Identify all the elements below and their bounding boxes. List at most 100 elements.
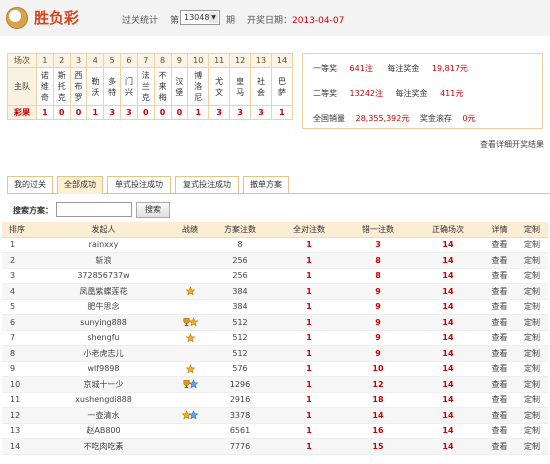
all-correct-cell: 1 (275, 407, 343, 424)
custom-link[interactable]: 定制 (516, 283, 548, 300)
detail-link[interactable]: 查看 (483, 252, 516, 269)
detail-link[interactable]: 查看 (483, 423, 516, 439)
match-result-cell: 0 (52, 105, 71, 120)
bet-count-cell: 7776 (205, 438, 275, 455)
match-number-cell: 2 (52, 53, 71, 68)
initiator-link[interactable]: 小老虎志儿 (32, 345, 175, 362)
team-char: 堡 (175, 87, 184, 97)
match-team-cell: 勒沃 (86, 67, 105, 106)
tab-cancelled[interactable]: 撤单方案 (243, 176, 289, 194)
column-header-custom: 定制 (516, 222, 548, 238)
team-char: 克 (57, 93, 66, 102)
initiator-link[interactable]: 斩浪 (32, 252, 175, 269)
custom-link[interactable]: 定制 (516, 438, 548, 455)
detail-link[interactable]: 查看 (483, 330, 516, 346)
detail-link[interactable]: 查看 (483, 268, 516, 284)
column-header-rank: 排序 (2, 222, 32, 238)
initiator-link[interactable]: rainxxy (32, 237, 175, 253)
match-number-cell: 10 (187, 53, 210, 68)
tab-single-success[interactable]: 单式投注成功 (107, 176, 171, 194)
team-char: 巴 (277, 76, 286, 86)
record-cell (175, 237, 205, 253)
team-char: 西 (74, 71, 83, 80)
initiator-link[interactable]: 一壶清水 (32, 407, 175, 424)
team-char: 特 (108, 87, 117, 97)
initiator-link[interactable]: xushengdi888 (32, 392, 175, 408)
detail-link[interactable]: 查看 (483, 376, 516, 393)
detail-link[interactable]: 查看 (483, 314, 516, 331)
detail-link[interactable]: 查看 (483, 283, 516, 300)
table-row: 5 肥牛思念 384 1 9 14 查看 定制 (2, 299, 548, 315)
team-char: 汉 (175, 76, 184, 86)
bet-count-cell: 256 (205, 268, 275, 284)
tab-all-success[interactable]: 全部成功 (57, 176, 103, 194)
record-cell (175, 252, 205, 269)
team-char: 来 (158, 82, 167, 91)
table-row: 4 凤凰紫蝶莲花 384 1 9 14 查看 定制 (2, 283, 548, 300)
column-header-all-correct: 全对注数 (275, 222, 343, 238)
prize-info-box: 一等奖 641注 每注奖金 19,817元 二等奖 13242注 每注奖金 41… (302, 53, 543, 129)
search-button[interactable]: 搜索 (136, 202, 170, 218)
initiator-link[interactable]: 凤凰紫蝶莲花 (32, 283, 175, 300)
custom-link[interactable]: 定制 (516, 330, 548, 346)
match-result-cell: 0 (153, 105, 172, 120)
custom-link[interactable]: 定制 (516, 237, 548, 253)
custom-link[interactable]: 定制 (516, 345, 548, 362)
custom-link[interactable]: 定制 (516, 252, 548, 269)
match-team-cell: 不来梅 (153, 67, 172, 106)
match-table: 场次 1 2 3 4 5 6 7 8 9 10 11 12 13 14 主队 诺维奇斯托克西布罗勒沃多特门… (7, 53, 294, 120)
team-char: 勒 (91, 76, 100, 86)
table-row: 12 一壶清水 3378 1 14 14 查看 定制 (2, 407, 548, 424)
search-label: 搜索方案： (13, 206, 53, 215)
custom-link[interactable]: 定制 (516, 407, 548, 424)
correct-matches-cell: 14 (413, 376, 483, 393)
detail-link[interactable]: 查看 (483, 438, 516, 455)
detail-link[interactable]: 查看 (483, 407, 516, 424)
initiator-link[interactable]: 372856737w (32, 268, 175, 284)
team-char: 托 (57, 82, 66, 91)
initiator-link[interactable]: 赵AB800 (32, 423, 175, 439)
draw-detail-link[interactable]: 查看详细开奖结果 (480, 139, 544, 150)
team-char: 沃 (91, 87, 100, 97)
initiator-link[interactable]: 京城十一少 (32, 376, 175, 393)
bet-count-cell: 512 (205, 345, 275, 362)
detail-link[interactable]: 查看 (483, 299, 516, 315)
bet-count-cell: 8 (205, 237, 275, 253)
search-input[interactable] (56, 202, 132, 217)
table-row: 1 rainxxy 8 1 3 14 查看 定制 (2, 237, 548, 253)
record-cell (175, 330, 205, 346)
lottery-title: 胜负彩 (34, 9, 80, 27)
team-char: 克 (141, 93, 150, 102)
initiator-link[interactable]: 不吃肉吃素 (32, 438, 175, 455)
record-cell (175, 376, 205, 393)
correct-matches-cell: 14 (413, 438, 483, 455)
detail-link[interactable]: 查看 (483, 237, 516, 253)
issue-select[interactable]: 13048 ▼ (180, 10, 220, 25)
detail-link[interactable]: 查看 (483, 392, 516, 408)
tab-multi-success[interactable]: 复式投注成功 (175, 176, 239, 194)
custom-link[interactable]: 定制 (516, 376, 548, 393)
match-number-cell: 11 (208, 53, 231, 68)
draw-date: 开奖日期：2013-04-07 (247, 13, 344, 26)
initiator-link[interactable]: sunying888 (32, 314, 175, 331)
correct-matches-cell: 14 (413, 407, 483, 424)
tab-my-pass[interactable]: 我的过关 (7, 176, 53, 194)
initiator-link[interactable]: shengfu (32, 330, 175, 346)
rank-cell: 11 (2, 392, 32, 408)
custom-link[interactable]: 定制 (516, 423, 548, 439)
detail-link[interactable]: 查看 (483, 345, 516, 362)
match-team-row: 主队 诺维奇斯托克西布罗勒沃多特门兴法兰克不来梅汉堡博洛尼尤文皇马社会巴萨 (7, 67, 294, 106)
initiator-link[interactable]: wlf9898 (32, 361, 175, 377)
custom-link[interactable]: 定制 (516, 314, 548, 331)
custom-link[interactable]: 定制 (516, 361, 548, 377)
custom-link[interactable]: 定制 (516, 299, 548, 315)
team-char: 斯 (57, 71, 66, 80)
custom-link[interactable]: 定制 (516, 268, 548, 284)
sales-value: 28,355,392元 (355, 114, 410, 123)
correct-matches-cell: 14 (413, 392, 483, 408)
custom-link[interactable]: 定制 (516, 392, 548, 408)
detail-link[interactable]: 查看 (483, 361, 516, 377)
initiator-link[interactable]: 肥牛思念 (32, 299, 175, 315)
record-cell (175, 314, 205, 331)
all-correct-cell: 1 (275, 314, 343, 331)
